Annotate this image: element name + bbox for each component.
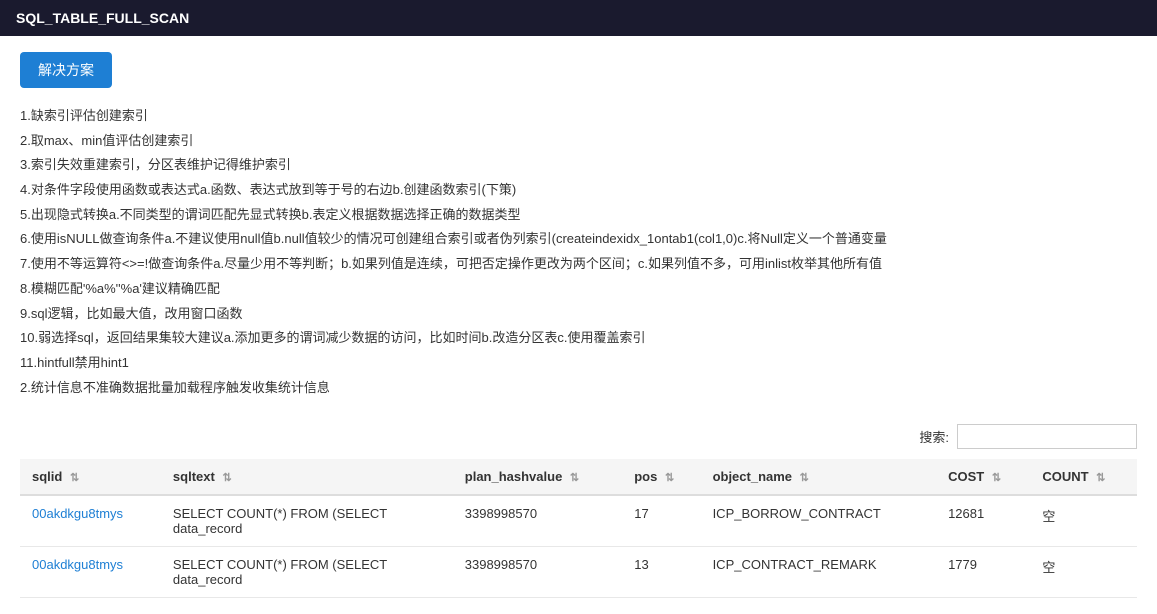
solution-item: 7.使用不等运算符<>=!做查询条件a.尽量少用不等判断；b.如果列值是连续，可… <box>20 252 1137 277</box>
cell-plan-hashvalue: 3398998570 <box>453 547 622 598</box>
cell-sqlid[interactable]: 00akdkgu8tmys <box>20 547 161 598</box>
search-input[interactable] <box>957 424 1137 449</box>
sqlid-link[interactable]: 00akdkgu8tmys <box>32 506 123 521</box>
solution-item: 8.模糊匹配'%a%''%a'建议精确匹配 <box>20 277 1137 302</box>
column-header-plan_hashvalue[interactable]: plan_hashvalue ⇅ <box>453 459 622 495</box>
sqlid-link[interactable]: 00akdkgu8tmys <box>32 557 123 572</box>
solution-button[interactable]: 解决方案 <box>20 52 112 88</box>
solution-list: 1.缺索引评估创建索引2.取max、min值评估创建索引3.索引失效重建索引，分… <box>20 104 1137 400</box>
cell-pos: 13 <box>622 547 700 598</box>
cell-sqltext: SELECT COUNT(*) FROM (SELECTdata_record <box>161 495 453 547</box>
sort-icon: ⇅ <box>222 471 231 484</box>
sort-icon: ⇅ <box>665 471 674 484</box>
solution-item: 9.sql逻辑，比如最大值，改用窗口函数 <box>20 302 1137 327</box>
column-header-pos[interactable]: pos ⇅ <box>622 459 700 495</box>
cell-plan-hashvalue: 3398998570 <box>453 495 622 547</box>
cell-object-name: ICP_CONTRACT_REMARK <box>701 547 937 598</box>
column-header-sqltext[interactable]: sqltext ⇅ <box>161 459 453 495</box>
sort-icon: ⇅ <box>1096 471 1105 484</box>
cell-count: 空 <box>1030 495 1137 547</box>
column-header-cost[interactable]: COST ⇅ <box>936 459 1030 495</box>
search-bar: 搜索: <box>20 424 1137 449</box>
header-bar: SQL_TABLE_FULL_SCAN <box>0 0 1157 36</box>
table-header: sqlid ⇅sqltext ⇅plan_hashvalue ⇅pos ⇅obj… <box>20 459 1137 495</box>
data-table: sqlid ⇅sqltext ⇅plan_hashvalue ⇅pos ⇅obj… <box>20 459 1137 598</box>
solution-item: 2.统计信息不准确数据批量加载程序触发收集统计信息 <box>20 376 1137 401</box>
solution-item: 5.出现隐式转换a.不同类型的谓词匹配先显式转换b.表定义根据数据选择正确的数据… <box>20 203 1137 228</box>
solution-item: 1.缺索引评估创建索引 <box>20 104 1137 129</box>
solution-item: 4.对条件字段使用函数或表达式a.函数、表达式放到等于号的右边b.创建函数索引(… <box>20 178 1137 203</box>
content-area: 解决方案 1.缺索引评估创建索引2.取max、min值评估创建索引3.索引失效重… <box>0 36 1157 614</box>
solution-item: 6.使用isNULL做查询条件a.不建议使用null值b.null值较少的情况可… <box>20 227 1137 252</box>
sort-icon: ⇅ <box>992 471 1001 484</box>
search-label: 搜索: <box>919 427 949 446</box>
solution-item: 10.弱选择sql，返回结果集较大建议a.添加更多的谓词减少数据的访问，比如时间… <box>20 326 1137 351</box>
cell-sqlid[interactable]: 00akdkgu8tmys <box>20 495 161 547</box>
sort-icon: ⇅ <box>800 471 809 484</box>
cell-sqltext: SELECT COUNT(*) FROM (SELECTdata_record <box>161 547 453 598</box>
table-body: 00akdkgu8tmys SELECT COUNT(*) FROM (SELEC… <box>20 495 1137 598</box>
solution-item: 2.取max、min值评估创建索引 <box>20 129 1137 154</box>
cell-pos: 17 <box>622 495 700 547</box>
cell-object-name: ICP_BORROW_CONTRACT <box>701 495 937 547</box>
page-title: SQL_TABLE_FULL_SCAN <box>16 10 189 26</box>
sort-icon: ⇅ <box>570 471 579 484</box>
column-header-object_name[interactable]: object_name ⇅ <box>701 459 937 495</box>
solution-item: 3.索引失效重建索引，分区表维护记得维护索引 <box>20 153 1137 178</box>
table-row: 00akdkgu8tmys SELECT COUNT(*) FROM (SELEC… <box>20 495 1137 547</box>
sort-icon: ⇅ <box>70 471 79 484</box>
column-header-sqlid[interactable]: sqlid ⇅ <box>20 459 161 495</box>
table-row: 00akdkgu8tmys SELECT COUNT(*) FROM (SELEC… <box>20 547 1137 598</box>
cell-cost: 1779 <box>936 547 1030 598</box>
cell-cost: 12681 <box>936 495 1030 547</box>
solution-item: 11.hintfull禁用hint1 <box>20 351 1137 376</box>
cell-count: 空 <box>1030 547 1137 598</box>
column-header-count[interactable]: COUNT ⇅ <box>1030 459 1137 495</box>
